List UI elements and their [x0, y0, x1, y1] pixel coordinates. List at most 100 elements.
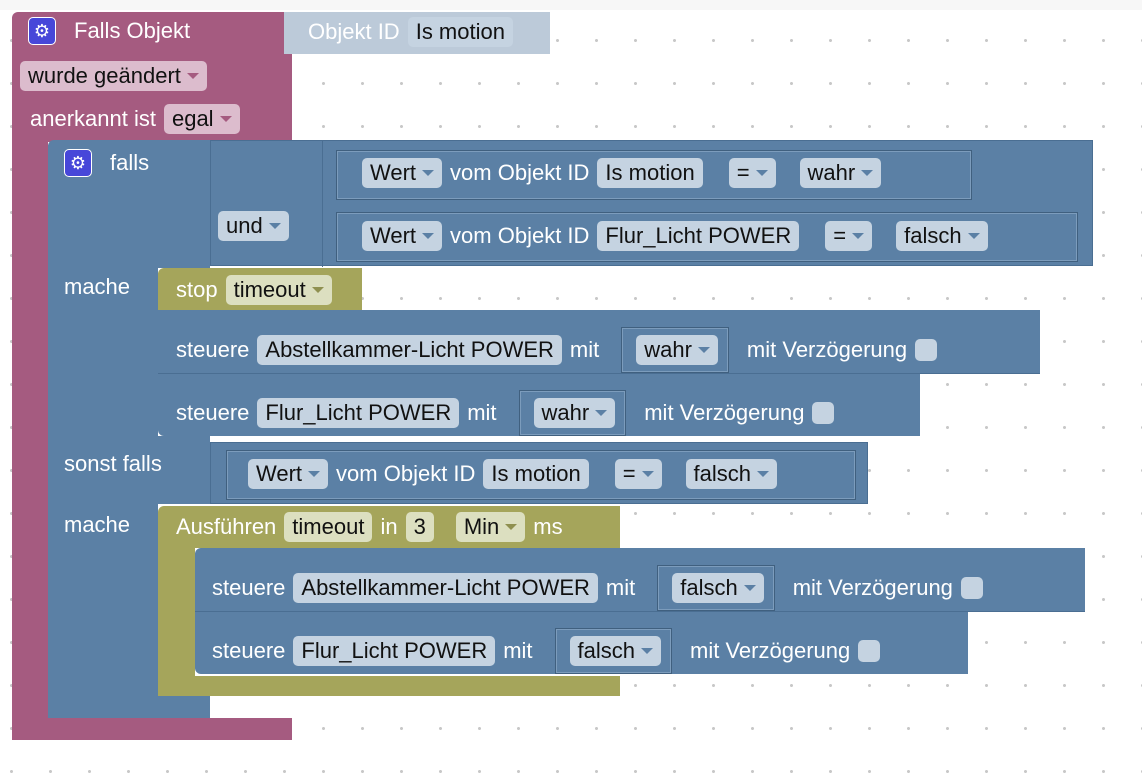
- sonst-falls-label: sonst falls: [64, 451, 162, 476]
- operator-value: und: [226, 213, 263, 238]
- unit-dropdown[interactable]: Min: [455, 512, 526, 542]
- chevron-down-icon: [422, 233, 435, 239]
- value: wahr: [644, 337, 692, 362]
- object-id-label: vom Objekt ID: [450, 223, 590, 248]
- object-value: Abstellkammer-Licht POWER: [265, 337, 554, 362]
- chevron-down-icon: [757, 471, 770, 477]
- gear-icon[interactable]: ⚙: [28, 17, 56, 45]
- ack-value: egal: [171, 106, 214, 131]
- op-value: =: [622, 461, 636, 486]
- chevron-down-icon: [219, 116, 232, 122]
- value-dropdown[interactable]: wahr: [636, 335, 718, 365]
- chevron-down-icon: [755, 170, 768, 176]
- ms-label: ms: [533, 514, 563, 539]
- falls-label: falls: [110, 150, 150, 175]
- mode-dropdown[interactable]: Wert: [362, 158, 443, 188]
- delay-value: 3: [413, 514, 426, 539]
- value: falsch: [577, 638, 636, 663]
- gear-icon[interactable]: ⚙: [64, 149, 92, 177]
- object-value: Abstellkammer-Licht POWER: [301, 575, 590, 600]
- delay-label: mit Verzögerung: [644, 400, 805, 425]
- ausfuehren-label: Ausführen: [176, 514, 277, 539]
- delay-label: mit Verzögerung: [690, 638, 851, 663]
- mit-label: mit: [605, 575, 636, 600]
- delay-checkbox[interactable]: [915, 339, 938, 361]
- operator-dropdown[interactable]: =: [825, 221, 873, 251]
- object-field[interactable]: Flur_Licht POWER: [257, 398, 460, 428]
- value-dropdown[interactable]: falsch: [569, 636, 662, 666]
- operator-dropdown[interactable]: =: [614, 459, 662, 489]
- steuere-label: steuere: [176, 337, 250, 362]
- chevron-down-icon: [861, 170, 874, 176]
- value-dropdown[interactable]: falsch: [685, 459, 778, 489]
- mode-value: Wert: [370, 160, 417, 185]
- object-id-label: vom Objekt ID: [450, 160, 590, 185]
- chevron-down-icon: [268, 223, 281, 229]
- object-value: Flur_Licht POWER: [265, 400, 452, 425]
- object-id-field[interactable]: Is motion: [407, 17, 513, 47]
- object-field[interactable]: Flur_Licht POWER: [293, 636, 496, 666]
- mit-label: mit: [569, 337, 600, 362]
- mache-label: mache: [64, 274, 131, 299]
- value-dropdown[interactable]: wahr: [799, 158, 882, 188]
- op-value: =: [833, 223, 847, 248]
- chevron-down-icon: [422, 170, 435, 176]
- chevron-down-icon: [641, 471, 654, 477]
- timeout-name-dropdown[interactable]: timeout: [225, 275, 332, 305]
- chevron-down-icon: [743, 585, 756, 591]
- chevron-down-icon: [852, 233, 865, 239]
- ack-dropdown[interactable]: egal: [163, 104, 240, 134]
- chevron-down-icon: [186, 73, 199, 79]
- chevron-down-icon: [308, 471, 321, 477]
- timeout-name-field[interactable]: timeout: [284, 512, 373, 542]
- timeout-name: timeout: [233, 277, 306, 302]
- ack-label: anerkannt ist: [30, 106, 156, 131]
- object-field[interactable]: Abstellkammer-Licht POWER: [293, 573, 598, 603]
- in-label: in: [380, 514, 398, 539]
- object-field[interactable]: Abstellkammer-Licht POWER: [257, 335, 562, 365]
- value-dropdown[interactable]: wahr: [533, 398, 616, 428]
- delay-value-field[interactable]: 3: [405, 512, 434, 542]
- object-value: Flur_Licht POWER: [605, 223, 792, 248]
- chevron-down-icon: [967, 233, 980, 239]
- value: wahr: [807, 160, 856, 185]
- delay-label: mit Verzögerung: [746, 337, 908, 362]
- mode-value: Wert: [256, 461, 303, 486]
- value-dropdown[interactable]: falsch: [672, 573, 764, 603]
- mache-label-2: mache: [64, 512, 131, 537]
- stop-label: stop: [176, 277, 218, 302]
- delay-checkbox[interactable]: [960, 577, 983, 599]
- value: falsch: [680, 575, 738, 600]
- chevron-down-icon: [641, 648, 654, 654]
- object-id-value: Is motion: [415, 19, 505, 44]
- chevron-down-icon: [311, 287, 324, 293]
- unit-value: Min: [463, 514, 500, 539]
- event-dropdown[interactable]: wurde geändert: [20, 61, 207, 91]
- object-field[interactable]: Is motion: [483, 459, 589, 489]
- value: falsch: [693, 461, 752, 486]
- delay-checkbox[interactable]: [812, 402, 835, 424]
- object-value: Flur_Licht POWER: [301, 638, 488, 663]
- object-value: Is motion: [491, 461, 581, 486]
- operator-dropdown[interactable]: =: [728, 158, 776, 188]
- steuere-label: steuere: [212, 638, 286, 663]
- object-field[interactable]: Is motion: [597, 158, 703, 188]
- value: wahr: [541, 400, 590, 425]
- trigger-title: Falls Objekt: [74, 18, 191, 43]
- chevron-down-icon: [505, 524, 518, 530]
- object-id-label: vom Objekt ID: [336, 461, 476, 486]
- object-value: Is motion: [605, 160, 695, 185]
- object-field[interactable]: Flur_Licht POWER: [597, 221, 800, 251]
- mode-value: Wert: [370, 223, 417, 248]
- chevron-down-icon: [595, 410, 608, 416]
- workspace-top: [0, 0, 1142, 10]
- value-dropdown[interactable]: falsch: [896, 221, 988, 251]
- delay-checkbox[interactable]: [858, 640, 881, 662]
- steuere-label: steuere: [176, 400, 250, 425]
- logic-operator-dropdown[interactable]: und: [218, 211, 289, 241]
- mode-dropdown[interactable]: Wert: [248, 459, 329, 489]
- steuere-label: steuere: [212, 575, 286, 600]
- chevron-down-icon: [697, 347, 710, 353]
- timeout-name: timeout: [292, 514, 365, 539]
- mode-dropdown[interactable]: Wert: [362, 221, 443, 251]
